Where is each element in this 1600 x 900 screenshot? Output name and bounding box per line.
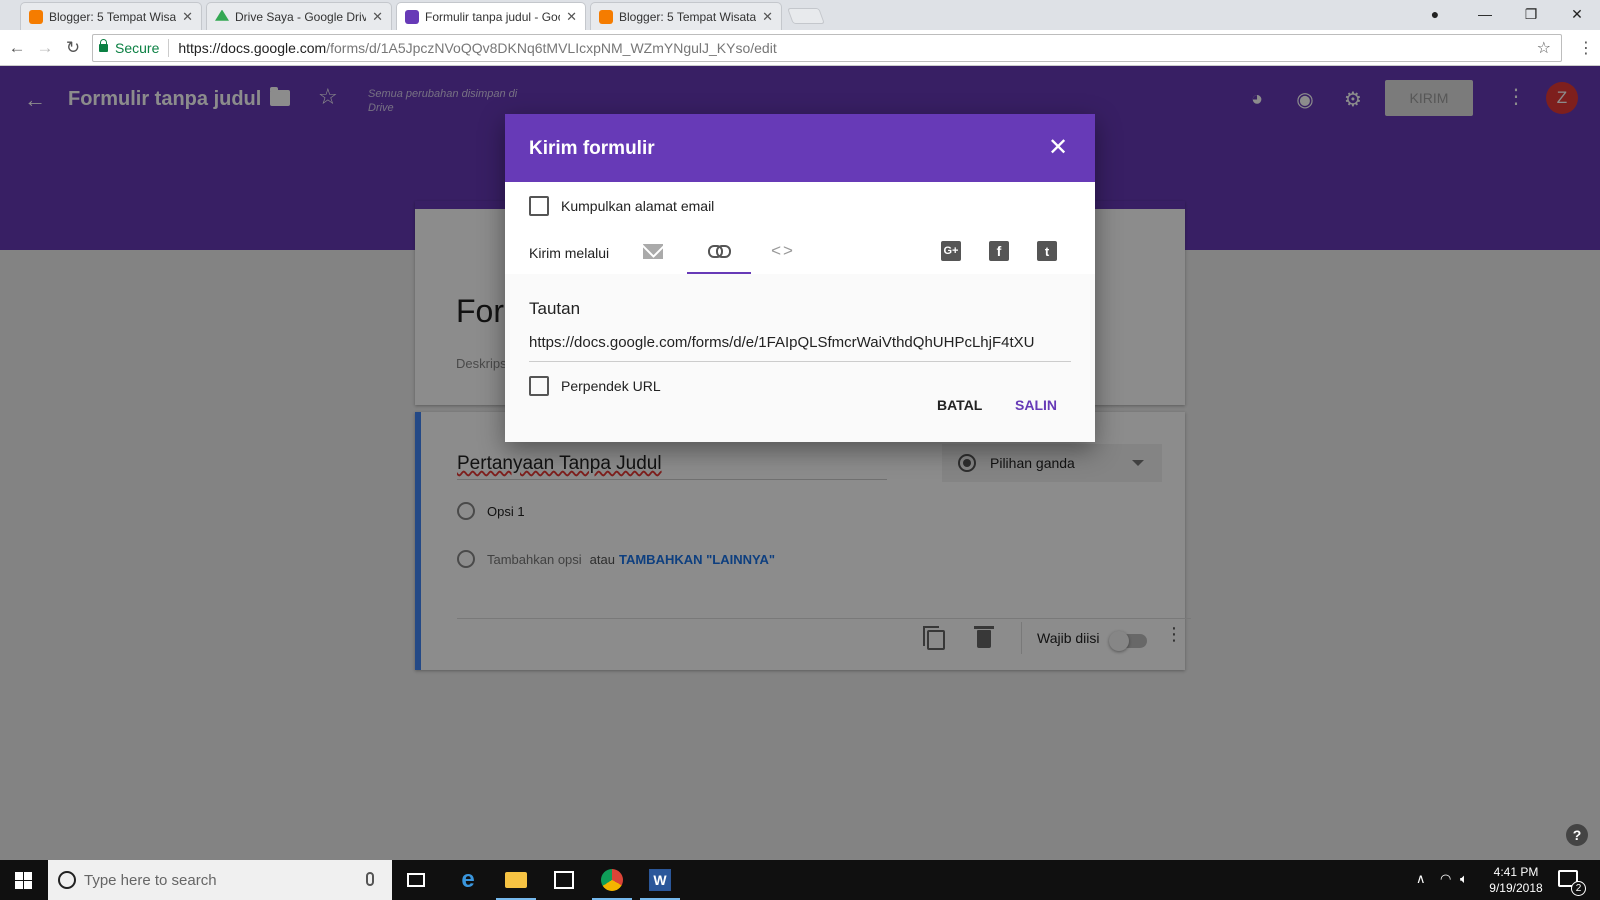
link-section-title: Tautan xyxy=(529,299,581,318)
shorten-url-label: Perpendek URL xyxy=(561,378,661,394)
blogger-icon xyxy=(29,9,43,24)
bookmark-star-icon[interactable]: ☆ xyxy=(1537,38,1551,58)
dialog-title: Kirim formulir xyxy=(529,138,655,159)
chrome-icon[interactable] xyxy=(588,860,636,900)
close-icon[interactable]: ✕ xyxy=(1045,134,1071,161)
url-path: /forms/d/1A5JpczNVoQQv8DKNq6tMVLIcxpNM_W… xyxy=(326,40,777,56)
help-icon[interactable]: ? xyxy=(1566,824,1588,846)
email-tab[interactable] xyxy=(637,235,669,267)
forms-icon xyxy=(405,9,419,24)
browser-tab-4[interactable]: Blogger: 5 Tempat Wisata ✕ xyxy=(590,2,782,30)
close-icon[interactable]: ✕ xyxy=(762,9,773,25)
address-bar-row: ← → ↻ Secure https://docs.google.com/for… xyxy=(0,30,1600,66)
tray-chevron-icon[interactable]: ∧ xyxy=(1416,871,1426,887)
secure-badge[interactable]: Secure xyxy=(99,39,159,56)
facebook-icon[interactable]: f xyxy=(989,241,1009,261)
store-icon[interactable] xyxy=(540,860,588,900)
dialog-header: Kirim formulir ✕ xyxy=(505,114,1095,182)
browser-menu-icon[interactable]: ⋮ xyxy=(1578,38,1594,58)
send-via-label: Kirim melalui xyxy=(529,245,610,261)
drive-icon xyxy=(215,9,229,21)
code-icon: <> xyxy=(771,241,795,260)
browser-tab-3[interactable]: Formulir tanpa judul - Google ✕ xyxy=(396,2,586,30)
forward-icon[interactable]: → xyxy=(34,37,56,59)
browser-tab-1[interactable]: Blogger: 5 Tempat Wisata ✕ xyxy=(20,2,202,30)
volume-icon[interactable]: 🔈︎ xyxy=(1460,871,1468,887)
link-icon xyxy=(708,245,731,258)
lock-icon xyxy=(99,39,108,52)
task-view-icon[interactable] xyxy=(392,860,440,900)
close-icon[interactable]: ✕ xyxy=(372,9,383,25)
profile-icon[interactable]: ● xyxy=(1412,0,1458,28)
minimize-icon[interactable]: — xyxy=(1462,0,1508,28)
file-explorer-icon[interactable] xyxy=(492,860,540,900)
tab-title: Blogger: 5 Tempat Wisata xyxy=(619,9,757,24)
send-form-dialog: Kirim formulir ✕ Kumpulkan alamat email … xyxy=(505,114,1095,442)
browser-tab-strip: Blogger: 5 Tempat Wisata ✕ Drive Saya - … xyxy=(0,0,1600,30)
windows-taskbar: Type here to search e W ∧ ◠ 🔈︎ 4:41 PM 9… xyxy=(0,860,1600,900)
tab-title: Drive Saya - Google Drive xyxy=(235,9,367,24)
close-icon[interactable]: ✕ xyxy=(182,9,193,25)
embed-tab[interactable]: <> xyxy=(767,235,799,267)
restore-icon[interactable]: ❐ xyxy=(1508,0,1554,28)
cancel-button[interactable]: BATAL xyxy=(937,397,982,413)
google-plus-icon[interactable]: G+ xyxy=(941,241,961,261)
reload-icon[interactable]: ↻ xyxy=(62,37,84,59)
twitter-icon[interactable]: t xyxy=(1037,241,1057,261)
address-input[interactable]: Secure https://docs.google.com/forms/d/1… xyxy=(92,34,1562,62)
notification-badge: 2 xyxy=(1571,881,1586,896)
back-icon[interactable]: ← xyxy=(6,37,28,59)
collect-email-checkbox[interactable] xyxy=(529,196,549,216)
edge-icon[interactable]: e xyxy=(444,860,492,900)
tab-title: Formulir tanpa judul - Google xyxy=(425,9,560,24)
blogger-icon xyxy=(599,9,613,24)
link-tab[interactable] xyxy=(703,235,735,267)
close-window-icon[interactable]: ✕ xyxy=(1554,0,1600,28)
shorten-url-checkbox[interactable] xyxy=(529,376,549,396)
close-icon[interactable]: ✕ xyxy=(566,9,577,25)
collect-email-label: Kumpulkan alamat email xyxy=(561,198,715,214)
copy-button[interactable]: SALIN xyxy=(1015,397,1057,413)
taskbar-clock[interactable]: 4:41 PM 9/19/2018 xyxy=(1476,864,1556,896)
cortana-icon xyxy=(58,871,76,889)
link-url-field[interactable]: https://docs.google.com/forms/d/e/1FAIpQ… xyxy=(529,334,1071,362)
tab-title: Blogger: 5 Tempat Wisata xyxy=(49,9,177,24)
microphone-icon[interactable] xyxy=(366,872,374,886)
url-host: https://docs.google.com xyxy=(178,40,327,56)
new-tab-button[interactable] xyxy=(787,8,825,24)
wifi-icon[interactable]: ◠ xyxy=(1440,871,1451,887)
mail-icon xyxy=(643,243,663,259)
windows-start-icon[interactable] xyxy=(15,872,32,889)
browser-tab-2[interactable]: Drive Saya - Google Drive ✕ xyxy=(206,2,392,30)
word-icon[interactable]: W xyxy=(636,860,684,900)
taskbar-search-input[interactable]: Type here to search xyxy=(48,860,392,900)
